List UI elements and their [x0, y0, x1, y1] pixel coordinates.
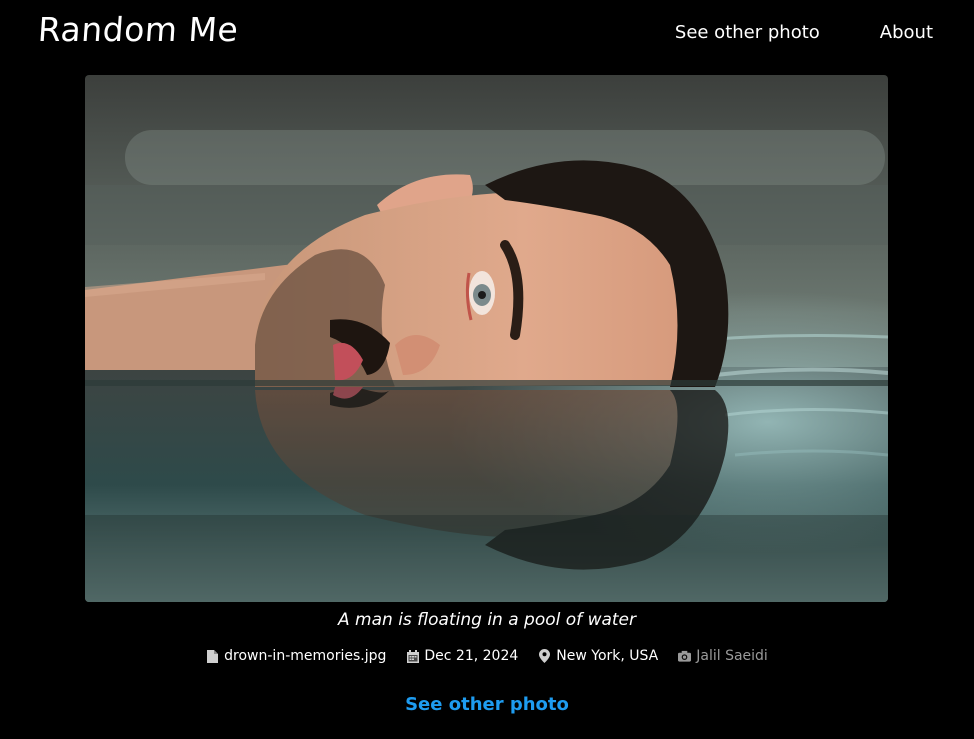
- meta-filename-text: drown-in-memories.jpg: [224, 648, 387, 664]
- nav-about-link[interactable]: About: [880, 22, 933, 43]
- nav-see-other-photo-link[interactable]: See other photo: [675, 22, 820, 43]
- main-photo: [85, 75, 888, 602]
- see-other-photo-button[interactable]: See other photo: [405, 694, 569, 715]
- header: Random Me See other photo About: [0, 0, 974, 70]
- logo[interactable]: Random Me: [37, 10, 240, 49]
- meta-location: New York, USA: [538, 648, 658, 664]
- meta-author[interactable]: Jalil Saeidi: [678, 648, 768, 664]
- meta-date: Dec 21, 2024: [406, 648, 518, 664]
- photo-caption: A man is floating in a pool of water: [338, 610, 636, 630]
- file-icon: [206, 649, 219, 663]
- photo-illustration: [85, 75, 888, 602]
- photo-meta: drown-in-memories.jpg Dec 21, 2024 New Y…: [0, 648, 974, 664]
- location-pin-icon: [538, 649, 551, 663]
- camera-icon: [678, 649, 692, 663]
- meta-location-text: New York, USA: [556, 648, 659, 664]
- top-nav: See other photo About: [675, 22, 933, 43]
- calendar-icon: [406, 649, 419, 663]
- meta-author-text[interactable]: Jalil Saeidi: [696, 648, 768, 664]
- meta-date-text: Dec 21, 2024: [424, 648, 519, 664]
- meta-filename: drown-in-memories.jpg: [206, 648, 386, 664]
- page: Random Me See other photo About A man is…: [0, 0, 974, 739]
- cta-container: See other photo: [0, 694, 974, 715]
